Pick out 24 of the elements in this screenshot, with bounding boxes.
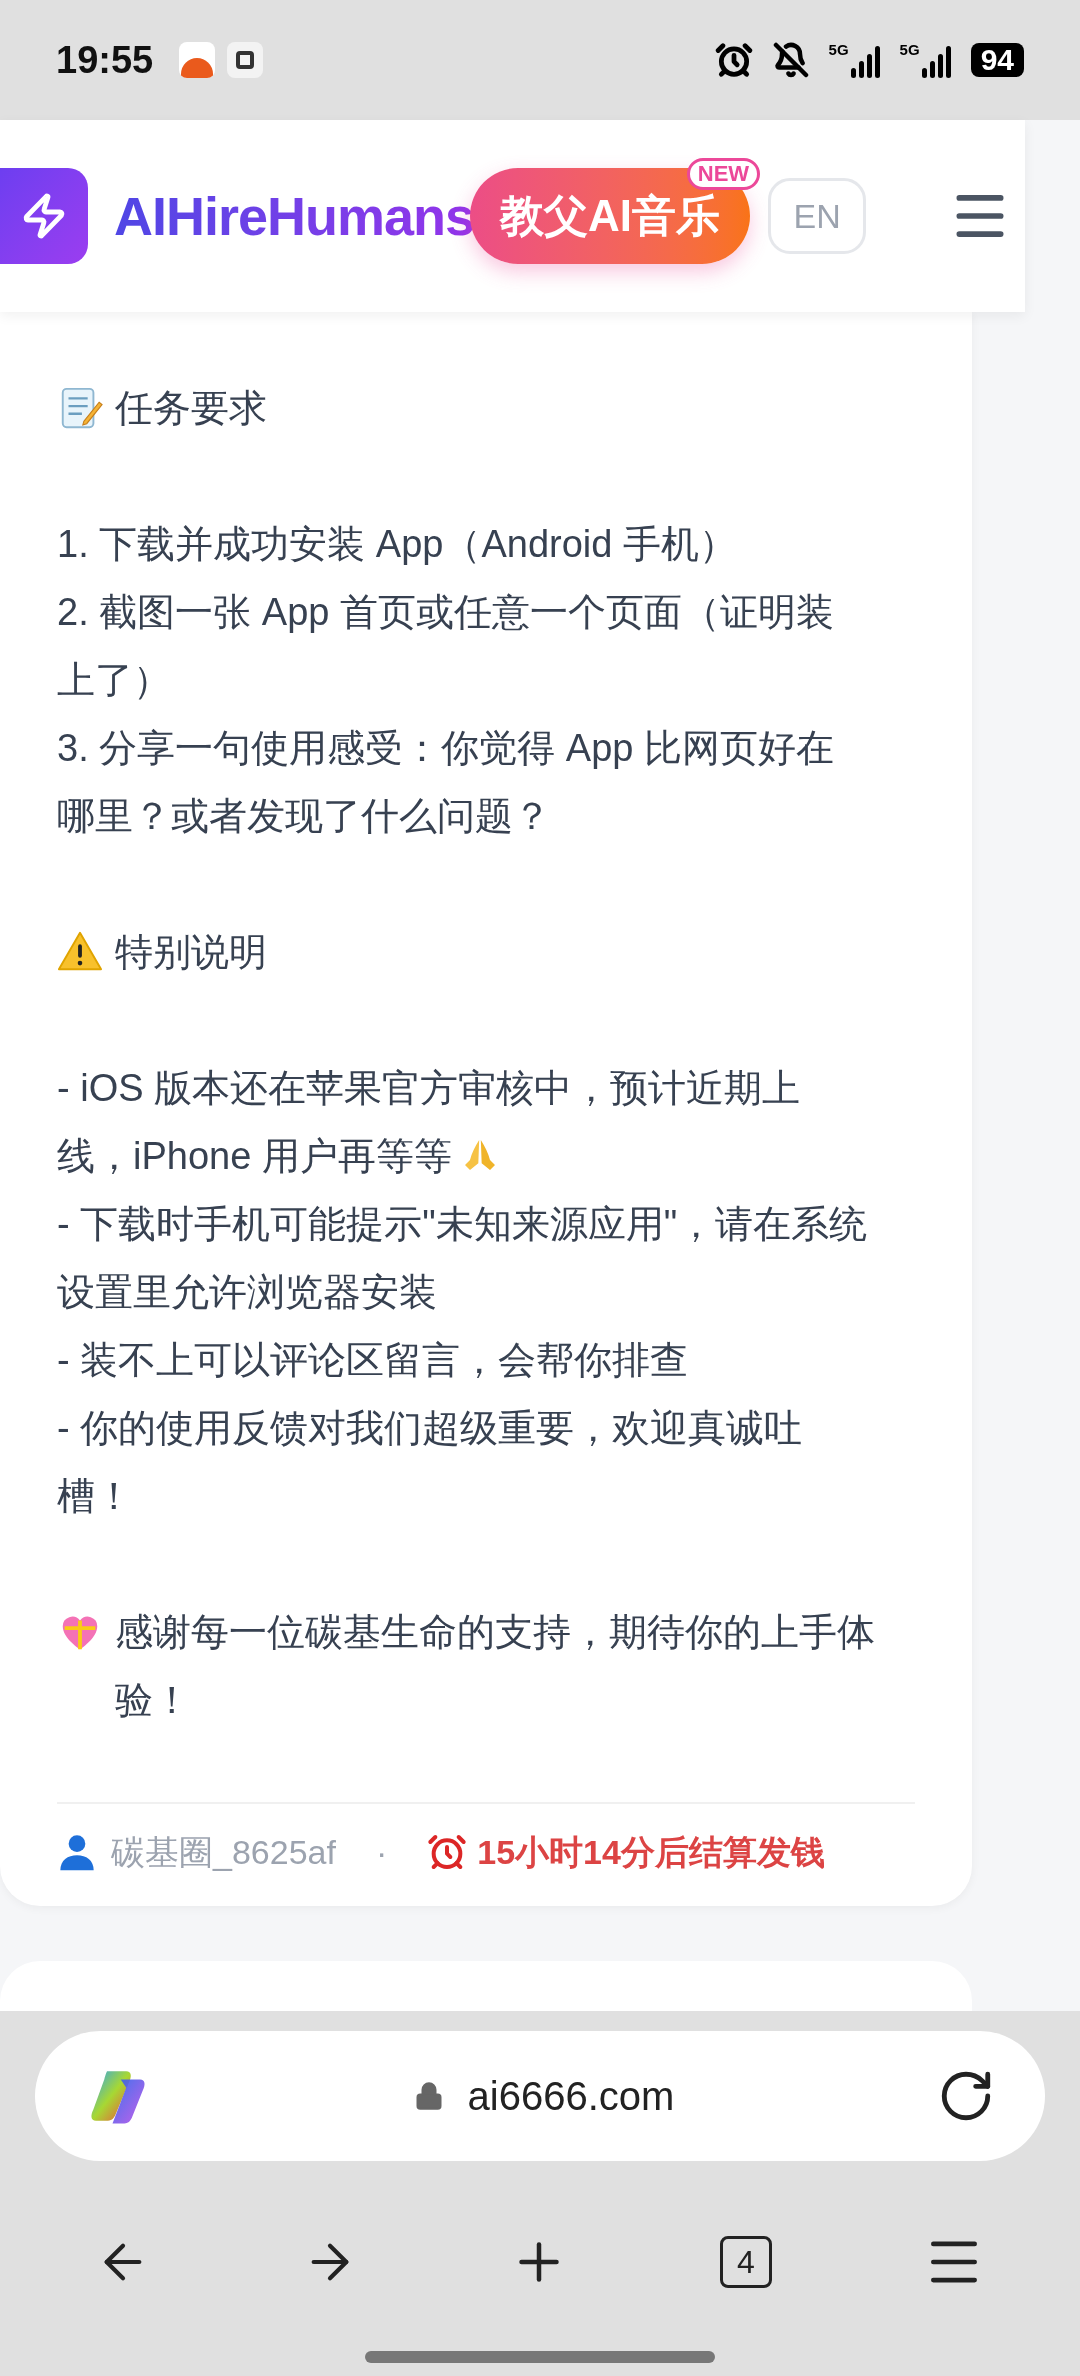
- separator-dot: ·: [375, 1832, 388, 1873]
- status-time: 19:55: [56, 37, 154, 83]
- tab-count-button[interactable]: 4: [719, 2236, 772, 2288]
- battery-indicator: 94: [970, 43, 1024, 77]
- list-item: 3. 分享一句使用感受：你觉得 App 比网页好在哪里？或者发现了什么问题？: [57, 726, 835, 839]
- settlement-countdown: 15小时14分后结算发钱: [477, 1832, 825, 1873]
- list-item: 1. 下载并成功安装 App（Android 手机）: [57, 522, 738, 567]
- list-item: - 装不上可以评论区留言，会帮你排查: [57, 1338, 690, 1383]
- alarm-icon: [714, 41, 753, 79]
- section-heading: 感谢每一位碳基生命的支持，期待你的上手体验！: [115, 1610, 876, 1723]
- list-item: - 下载时手机可能提示"未知来源应用"，请在系统设置里允许浏览器安装: [57, 1202, 869, 1315]
- url-text: ai6666.com: [467, 2073, 675, 2120]
- section-heading: 任务要求: [115, 386, 267, 431]
- muted-bell-icon: [772, 42, 809, 78]
- alarm-clock-icon: [427, 1832, 468, 1872]
- new-badge: NEW: [686, 158, 761, 190]
- app-notification-icon: [227, 42, 264, 78]
- section-heading: 特别说明: [115, 930, 267, 975]
- list-item: - iOS 版本还在苹果官方审核中，预计近期上线，iPhone 用户再等等: [57, 1066, 802, 1179]
- list-item: 2. 截图一张 App 首页或任意一个页面（证明装上了）: [57, 590, 835, 703]
- app-notification-icon: [179, 42, 216, 78]
- logo-icon[interactable]: [0, 168, 88, 264]
- address-bar[interactable]: ai6666.com: [35, 2031, 1045, 2161]
- list-item: - 你的使用反馈对我们超级重要，欢迎真诚吐槽！: [57, 1406, 804, 1519]
